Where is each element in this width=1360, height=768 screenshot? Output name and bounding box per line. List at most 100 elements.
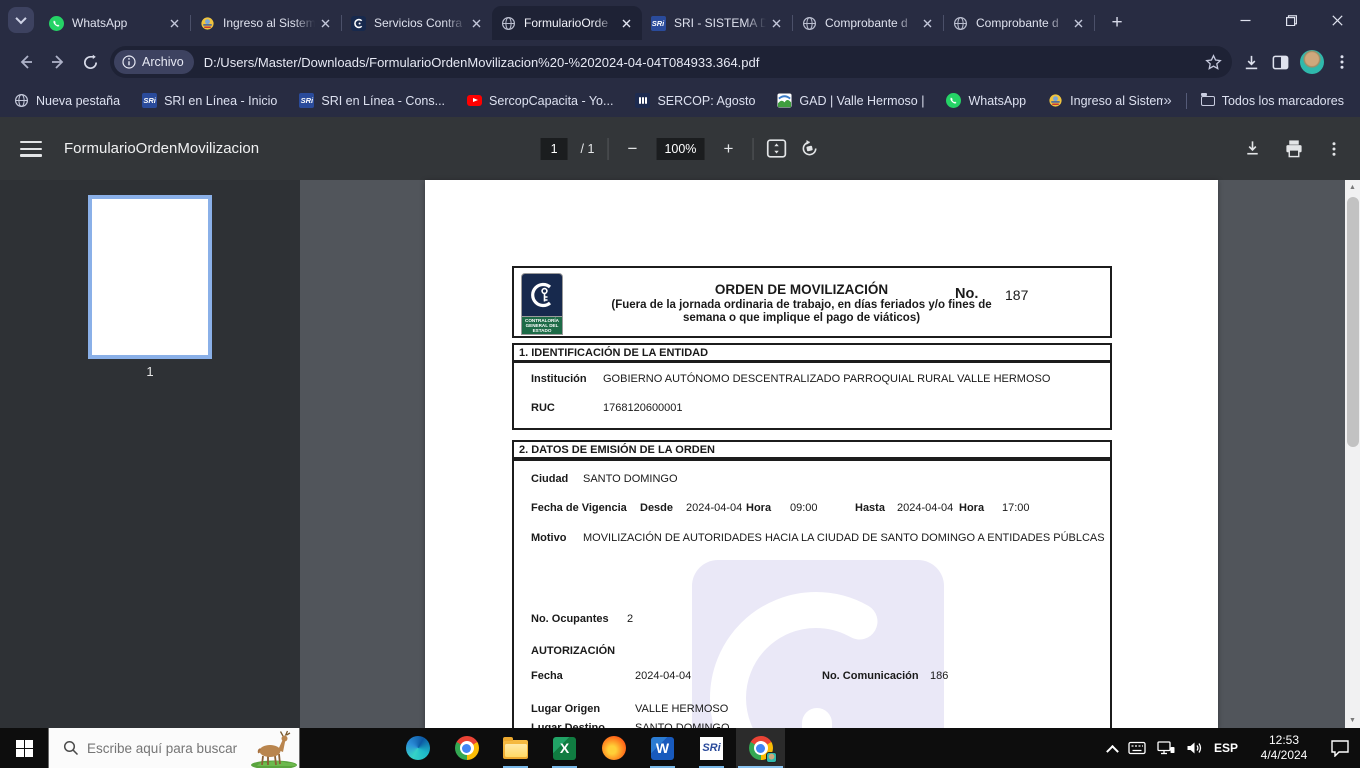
tab-close-icon[interactable] <box>468 15 484 31</box>
taskbar-clock[interactable]: 12:53 4/4/2024 <box>1249 733 1319 763</box>
back-button[interactable] <box>10 46 42 78</box>
reload-button[interactable] <box>74 46 106 78</box>
taskbar-chrome-button[interactable] <box>442 728 491 768</box>
browser-menu-icon[interactable] <box>1334 54 1350 70</box>
comunicacion-label: No. Comunicación <box>822 670 919 682</box>
address-bar[interactable]: Archivo D:/Users/Master/Downloads/Formul… <box>110 46 1232 78</box>
bookmark-label: SercopCapacita - Yo... <box>489 93 614 108</box>
tab-close-icon[interactable] <box>317 15 333 31</box>
bookmark-ingreso-sistema[interactable]: Ingreso al Sistema -... <box>1048 93 1163 108</box>
youtube-icon <box>467 95 483 106</box>
pdf-page[interactable]: CONTRALORÍA GENERAL DEL ESTADO ORDEN DE … <box>425 180 1218 728</box>
motivo-row: Motivo MOVILIZACIÓN DE AUTORIDADES HACIA… <box>514 532 1110 546</box>
downloads-icon[interactable] <box>1242 53 1261 72</box>
zoom-in-button[interactable]: + <box>717 139 739 159</box>
pdf-download-icon[interactable] <box>1243 139 1262 158</box>
touch-keyboard-icon[interactable] <box>1128 741 1146 755</box>
pdf-document-title: FormularioOrdenMovilizacion <box>64 140 260 157</box>
tab-whatsapp[interactable]: WhatsApp <box>40 6 190 40</box>
pdf-scrollbar[interactable]: ▲ ▼ <box>1345 180 1360 728</box>
ocupantes-row: No. Ocupantes 2 <box>514 613 1110 627</box>
tab-close-icon[interactable] <box>768 15 784 31</box>
bookmark-sri-inicio[interactable]: SRi SRI en Línea - Inicio <box>142 93 277 108</box>
all-bookmarks-button[interactable]: Todos los marcadores <box>1200 92 1344 108</box>
field-label: Institución <box>531 373 587 385</box>
tab-sri-sistema[interactable]: SRi SRI - SISTEMA DI <box>642 6 792 40</box>
cge-logo-icon <box>350 15 366 31</box>
scrollbar-thumb[interactable] <box>1346 197 1359 447</box>
bookmark-label: Nueva pestaña <box>36 93 121 108</box>
globe-icon <box>14 93 29 108</box>
taskbar-sri-button[interactable]: SRi <box>687 728 736 768</box>
pdf-more-icon[interactable] <box>1326 141 1342 157</box>
taskbar-excel-button[interactable]: X <box>540 728 589 768</box>
taskbar-chrome-active-button[interactable] <box>736 728 785 768</box>
cge-logo: CONTRALORÍA GENERAL DEL ESTADO <box>521 273 563 335</box>
browser-chrome: WhatsApp Ingreso al Sistem Servicios Con… <box>0 0 1360 117</box>
bookmark-sri-consultas[interactable]: SRi SRI en Línea - Cons... <box>299 93 445 108</box>
tab-servicios[interactable]: Servicios Contra <box>342 6 492 40</box>
sri-logo-icon: SRi <box>142 93 158 108</box>
word-icon: W <box>651 736 674 760</box>
page-thumbnail-selected[interactable] <box>88 195 212 359</box>
bookmark-sercopcapacita[interactable]: SercopCapacita - Yo... <box>467 94 613 108</box>
bookmark-star-icon[interactable] <box>1205 53 1222 71</box>
taskbar-search[interactable] <box>48 728 300 768</box>
taskbar-explorer-button[interactable] <box>491 728 540 768</box>
taskbar-edge-button[interactable] <box>393 728 442 768</box>
fit-page-button[interactable] <box>766 139 787 158</box>
minimize-button[interactable] <box>1222 0 1268 40</box>
bookmark-label: SERCOP: Agosto <box>657 93 756 108</box>
tray-expand-icon[interactable] <box>1106 744 1119 758</box>
taskbar-word-button[interactable]: W <box>638 728 687 768</box>
tab-search-button[interactable] <box>8 7 34 33</box>
desde-label: Desde <box>640 502 674 514</box>
bookmark-gad-valle-hermoso[interactable]: GAD | Valle Hermoso | <box>777 93 924 108</box>
bookmarks-list: Nueva pestaña SRi SRI en Línea - Inicio … <box>0 93 1163 108</box>
bookmark-label: SRI en Línea - Inicio <box>164 93 278 108</box>
tab-close-icon[interactable] <box>1070 15 1086 31</box>
search-input[interactable] <box>87 740 237 756</box>
scroll-down-arrow[interactable]: ▼ <box>1345 713 1360 728</box>
new-tab-button[interactable]: + <box>1103 9 1131 37</box>
tab-ingreso-sistema[interactable]: Ingreso al Sistem <box>191 6 341 40</box>
close-window-button[interactable] <box>1314 0 1360 40</box>
pdf-menu-icon[interactable] <box>20 141 42 161</box>
zoom-level-value[interactable]: 100% <box>656 137 705 160</box>
thumbnail-page-number: 1 <box>146 364 154 379</box>
all-bookmarks-label: Todos los marcadores <box>1221 93 1344 108</box>
taskbar-firefox-button[interactable] <box>589 728 638 768</box>
pdf-print-icon[interactable] <box>1284 139 1304 158</box>
tab-close-icon[interactable] <box>618 15 634 31</box>
bookmark-sercop-agosto[interactable]: SERCOP: Agosto <box>635 93 755 108</box>
tab-formulario-active[interactable]: FormularioOrde <box>492 6 642 40</box>
scroll-up-arrow[interactable]: ▲ <box>1345 180 1360 195</box>
page-number-input[interactable] <box>540 137 568 160</box>
page-count-label: / 1 <box>580 141 595 156</box>
bookmark-whatsapp[interactable]: WhatsApp <box>946 93 1026 108</box>
tab-close-icon[interactable] <box>166 15 182 31</box>
form-title: ORDEN DE MOVILIZACIÓN <box>714 282 889 297</box>
notification-center-icon[interactable] <box>1330 739 1350 757</box>
tab-comprobante-1[interactable]: Comprobante d <box>793 6 943 40</box>
maximize-button[interactable] <box>1268 0 1314 40</box>
bookmarks-overflow-chevron[interactable]: » <box>1163 92 1171 109</box>
divider <box>1185 92 1187 109</box>
side-panel-icon[interactable] <box>1271 53 1290 72</box>
rotate-button[interactable] <box>799 139 819 158</box>
bookmark-nueva-pestana[interactable]: Nueva pestaña <box>14 93 120 108</box>
forward-button[interactable] <box>42 46 74 78</box>
bookmark-label: WhatsApp <box>968 93 1027 108</box>
tab-comprobante-2[interactable]: Comprobante d <box>944 6 1094 40</box>
profile-avatar[interactable] <box>1300 50 1324 74</box>
zoom-out-button[interactable]: − <box>621 139 643 159</box>
tab-close-icon[interactable] <box>919 15 935 31</box>
excel-icon: X <box>553 736 576 760</box>
deer-of-the-day-image[interactable] <box>247 730 299 768</box>
start-button[interactable] <box>0 728 48 768</box>
volume-icon[interactable] <box>1186 741 1203 755</box>
network-icon[interactable] <box>1157 741 1175 755</box>
file-scheme-chip[interactable]: Archivo <box>114 50 194 74</box>
url-text[interactable]: D:/Users/Master/Downloads/FormularioOrde… <box>204 55 1195 70</box>
language-indicator[interactable]: ESP <box>1214 741 1238 755</box>
